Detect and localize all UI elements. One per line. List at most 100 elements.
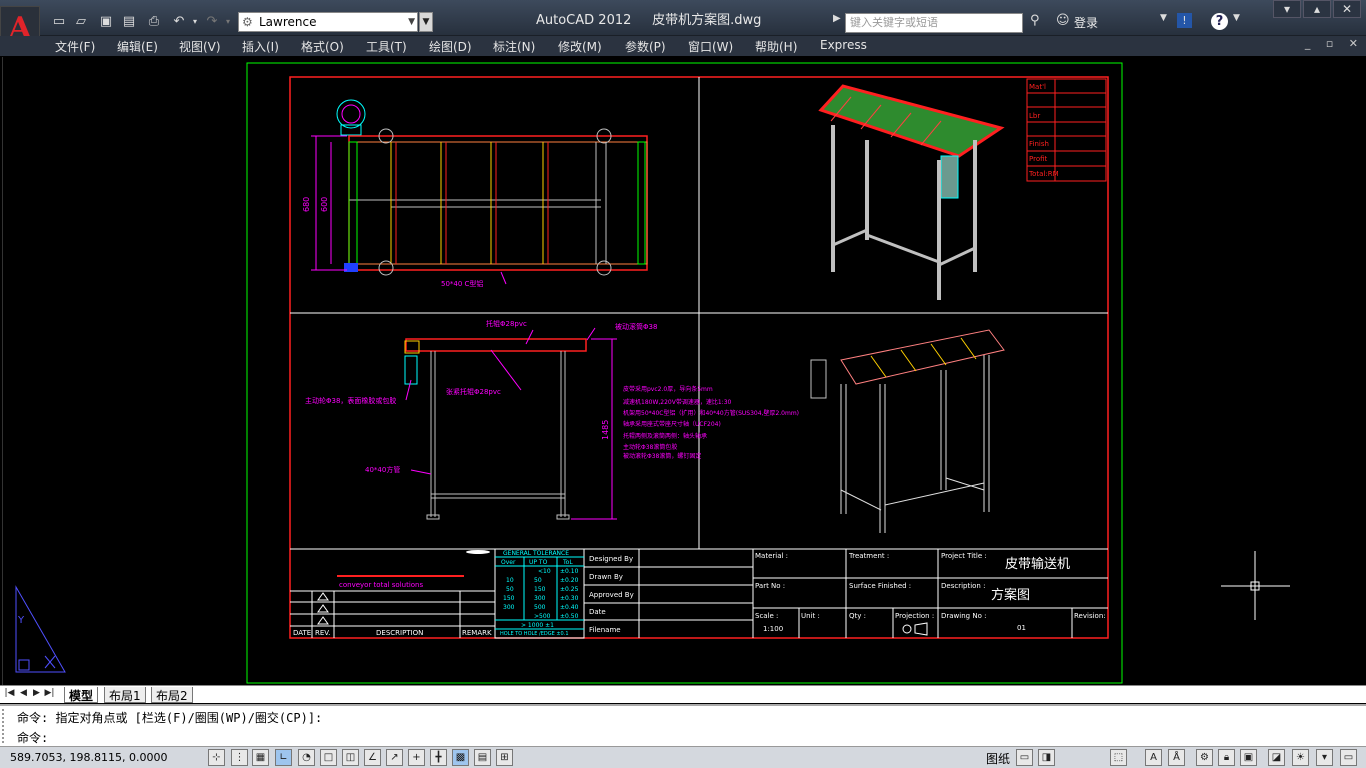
save-icon[interactable]: ▣: [97, 12, 115, 30]
drawing-svg[interactable]: 680 600 50*40 C型铝 1485 托辊Φ28pvc 被动滚筒Φ38 …: [3, 57, 1365, 685]
drawing-canvas[interactable]: 680 600 50*40 C型铝 1485 托辊Φ28pvc 被动滚筒Φ38 …: [2, 57, 1364, 685]
tab-model[interactable]: 模型: [64, 687, 99, 703]
field-project-title-label: Project Title :: [941, 552, 987, 560]
login-button[interactable]: 登录: [1074, 14, 1098, 31]
object-snap-tracking-icon[interactable]: ∠: [364, 749, 381, 766]
transparency-icon[interactable]: ▩: [452, 749, 469, 766]
snap-mode-icon[interactable]: ⋮: [231, 749, 248, 766]
3d-osnap-icon[interactable]: ◫: [342, 749, 359, 766]
window-title: AutoCAD 2012 皮带机方案图.dwg: [536, 9, 761, 28]
field-scale: 1:100: [763, 625, 783, 633]
menu-edit[interactable]: 编辑(E): [117, 38, 158, 55]
search-expand-icon[interactable]: ▶: [833, 13, 841, 24]
svg-text:±0.20: ±0.20: [560, 577, 579, 584]
menu-draw[interactable]: 绘图(D): [429, 38, 472, 55]
grid-icon[interactable]: ▦: [252, 749, 269, 766]
quick-properties-icon[interactable]: ▤: [474, 749, 491, 766]
lock-icon[interactable]: 🔒︎: [1218, 749, 1235, 766]
quick-view-layouts-icon[interactable]: ▭: [1016, 749, 1033, 766]
bom-total: Total:RM: [1028, 170, 1059, 178]
menu-express[interactable]: Express: [820, 38, 867, 52]
quick-view-drawings-icon[interactable]: ◨: [1038, 749, 1055, 766]
field-description-label: Description :: [941, 582, 985, 590]
polar-tracking-icon[interactable]: ◔: [298, 749, 315, 766]
maximize-viewport-icon[interactable]: ⬚: [1110, 749, 1127, 766]
binoculars-icon[interactable]: ⚲: [1030, 13, 1040, 28]
next-tab-icon[interactable]: ▶: [31, 688, 42, 701]
sign-date: Date: [589, 608, 606, 616]
field-drawing-no: 01: [1017, 624, 1026, 632]
workspace-dropdown[interactable]: ⚙ Lawrence ▼: [238, 12, 418, 32]
first-tab-icon[interactable]: |◀: [4, 688, 15, 701]
menu-help[interactable]: 帮助(H): [755, 38, 797, 55]
tab-layout2[interactable]: 布局2: [151, 687, 193, 703]
object-snap-icon[interactable]: □: [320, 749, 337, 766]
workspace-switching-icon[interactable]: ⚙: [1196, 749, 1213, 766]
minimize-button[interactable]: ▾: [1273, 0, 1301, 18]
status-menu-icon[interactable]: ▾: [1316, 749, 1333, 766]
menu-window[interactable]: 窗口(W): [688, 38, 733, 55]
svg-text:10: 10: [506, 577, 514, 584]
new-file-icon[interactable]: ▭: [50, 12, 68, 30]
ortho-icon[interactable]: ∟: [275, 749, 292, 766]
quick-access-customize-button[interactable]: ▼: [419, 12, 433, 32]
menu-insert[interactable]: 插入(I): [242, 38, 279, 55]
field-revision: Revision:: [1074, 612, 1106, 620]
note-5: 托辊两侧及滚筒两侧：轴头轴承: [623, 432, 707, 440]
exchange-icon[interactable]: !: [1177, 13, 1192, 28]
menu-modify[interactable]: 修改(M): [558, 38, 602, 55]
menu-file[interactable]: 文件(F): [55, 38, 95, 55]
tol-extra: > 1000 ±1: [521, 622, 554, 629]
hardware-acceleration-icon[interactable]: ▣: [1240, 749, 1257, 766]
save-as-icon[interactable]: ▤: [120, 12, 138, 30]
dynamic-input-icon[interactable]: +: [408, 749, 425, 766]
open-file-icon[interactable]: ▱: [72, 12, 90, 30]
bom-finish: Finish: [1029, 140, 1049, 148]
bom-table: Mat'l Lbr Finish Profit Total:RM: [1026, 78, 1107, 182]
menu-dimension[interactable]: 标注(N): [493, 38, 535, 55]
menu-parameters[interactable]: 参数(P): [625, 38, 666, 55]
restore-button[interactable]: ▴: [1303, 0, 1331, 18]
lightbulb-icon[interactable]: ☀: [1292, 749, 1309, 766]
command-grip[interactable]: [2, 709, 10, 743]
clean-screen-icon[interactable]: ▭: [1340, 749, 1357, 766]
lineweight-icon[interactable]: ╋: [430, 749, 447, 766]
last-tab-icon[interactable]: ▶|: [44, 688, 55, 701]
annotation-visibility-icon[interactable]: Å: [1168, 749, 1185, 766]
prev-tab-icon[interactable]: ◀: [18, 688, 29, 701]
search-input[interactable]: 键入关键字或短语: [845, 13, 1023, 33]
command-input[interactable]: 命令:: [17, 729, 48, 746]
close-button[interactable]: ✕: [1333, 0, 1361, 18]
sign-approved: Approved By: [589, 591, 634, 599]
status-bar: 589.7053, 198.8115, 0.0000 ⊹ ⋮ ▦ ∟ ◔ □ ◫…: [0, 746, 1366, 768]
menu-view[interactable]: 视图(V): [179, 38, 221, 55]
field-unit: Unit :: [801, 612, 820, 620]
isolate-objects-icon[interactable]: ◪: [1268, 749, 1285, 766]
print-icon[interactable]: ⎙: [145, 12, 163, 30]
note-7: 被动滚轮Φ38滚筒，螺钉固定: [623, 452, 701, 460]
field-treatment: Treatment :: [848, 552, 889, 560]
svg-text:±0.10: ±0.10: [560, 568, 579, 575]
menu-format[interactable]: 格式(O): [301, 38, 344, 55]
chevron-down-icon[interactable]: ▼: [1160, 13, 1167, 23]
dynamic-ucs-icon[interactable]: ↗: [386, 749, 403, 766]
tab-layout1[interactable]: 布局1: [104, 687, 146, 703]
coordinate-readout[interactable]: 589.7053, 198.8115, 0.0000: [10, 751, 167, 764]
help-icon[interactable]: ?: [1211, 13, 1228, 30]
chevron-down-icon[interactable]: ▼: [1233, 13, 1240, 23]
dim-680: 680: [302, 197, 311, 212]
infer-constraints-icon[interactable]: ⊹: [208, 749, 225, 766]
undo-dropdown-icon[interactable]: ▾: [186, 12, 204, 30]
motor-circle: [336, 99, 366, 129]
tol-h2: ToL: [562, 559, 573, 566]
document-controls[interactable]: _ ▫ ✕: [1305, 37, 1364, 50]
sign-drawn: Drawn By: [589, 573, 623, 581]
app-title: AutoCAD 2012: [536, 13, 632, 28]
selection-cycling-icon[interactable]: ⊞: [496, 749, 513, 766]
menu-tools[interactable]: 工具(T): [366, 38, 407, 55]
paper-space-toggle[interactable]: 图纸: [986, 750, 1010, 767]
user-icon[interactable]: ☺: [1056, 13, 1070, 28]
annotation-scale-icon[interactable]: A: [1145, 749, 1162, 766]
redo-dropdown-icon[interactable]: ▾: [219, 12, 237, 30]
note-1: 皮带采用pvc2.0厚，导向条5mm: [623, 385, 713, 393]
